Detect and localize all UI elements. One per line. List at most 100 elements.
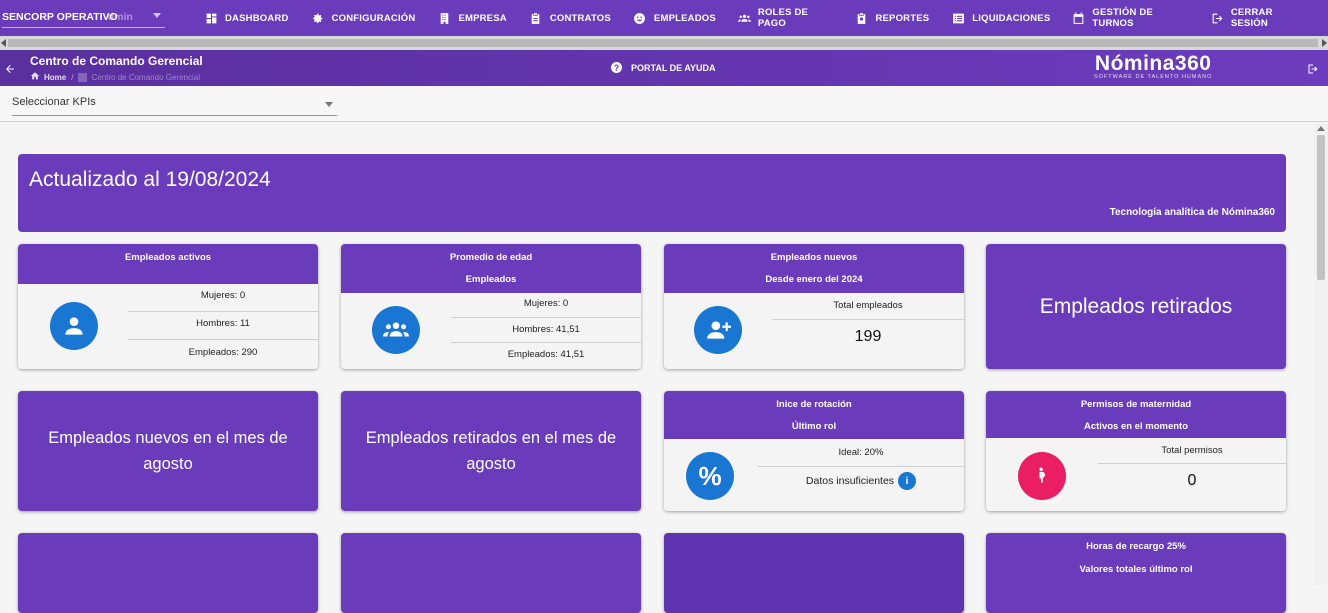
card-body: Total empleados 199 [664,293,964,369]
card-header: Inice de rotación Último rol [664,391,964,439]
nav-configuracion-label: CONFIGURACIÓN [331,12,416,24]
brand-tagline: SOFTWARE DE TALENTO HUMANO [1094,74,1213,80]
breadcrumb-current: Centro de Comando Gerencial [91,72,200,82]
exit-icon[interactable] [1307,62,1319,80]
card-subtitle: Empleados [465,274,517,285]
nav-configuracion[interactable]: CONFIGURACIÓN [311,11,416,25]
page-title: Centro de Comando Gerencial [30,54,203,68]
brand-name: Nómina360 [1094,52,1212,75]
horizontal-scrollbar[interactable] [0,36,1328,50]
nav-roles-de-pago[interactable]: ROLES DE PAGO [737,7,833,29]
card-header: Empleados activos [18,244,318,284]
nav-empresa[interactable]: EMPRESA [437,11,507,25]
person-icon [50,302,98,350]
company-select[interactable]: SENCORP OPERATIVO dmin [2,6,165,28]
vertical-scroll-thumb[interactable] [1317,135,1325,280]
nav-liquidaciones[interactable]: LIQUIDACIONES [951,11,1050,25]
vertical-scrollbar[interactable] [1314,123,1328,585]
nav-reportes-label: REPORTES [875,12,930,24]
back-arrow-icon[interactable] [4,62,16,74]
nav-empleados[interactable]: EMPLEADOS [633,11,716,25]
scroll-left-icon[interactable] [1,39,6,47]
divider [772,319,964,320]
users-icon [372,306,420,354]
card-retirados-mes[interactable]: Empleados retirados en el mes de agosto [341,391,641,511]
datos-label: Datos insuficientes [805,474,895,487]
add-person-icon [694,306,742,354]
card-empleados-retirados[interactable]: Empleados retirados [986,244,1286,369]
breadcrumb-home[interactable]: Home [44,73,66,82]
update-banner: Actualizado al 19/08/2024 Tecnología ana… [18,154,1286,232]
nav-contratos[interactable]: CONTRATOS [529,11,611,25]
hombres-count: Hombres: 11 [196,318,250,329]
nav-reportes[interactable]: REPORTES [854,11,929,25]
chevron-down-icon [153,13,161,18]
card-label: Empleados retirados [1039,294,1233,318]
card-title: Inice de rotación [776,399,852,410]
building-icon [437,11,451,25]
help-icon: ? [611,62,622,73]
card-body: Mujeres: 0 Hombres: 11 Empleados: 290 [18,284,318,369]
mujeres-count: Mujeres: 0 [200,290,246,301]
users-icon [737,11,751,25]
card-header: Promedio de edad Empleados [341,244,641,293]
nav-cerrar-sesion[interactable]: CERRAR SESIÓN [1211,7,1306,29]
card-nuevos-mes[interactable]: Empleados nuevos en el mes de agosto [18,391,318,511]
card-row3-1[interactable] [18,533,318,613]
nav-gestion-turnos[interactable]: GESTIÓN DE TURNOS [1072,7,1188,29]
percent-icon: % [686,452,734,500]
card-row3-2[interactable] [341,533,641,613]
scroll-thumb[interactable] [8,39,1318,47]
kpi-toolbar: Seleccionar KPIs [0,86,1328,122]
datos-insuficientes: Datos insuficientes i [758,472,964,490]
nav-empleados-label: EMPLEADOS [653,12,716,24]
card-permisos-maternidad[interactable]: Permisos de maternidad Activos en el mom… [986,391,1286,511]
hombres-edad: Hombres: 41,51 [512,324,580,335]
breadcrumb-separator: / [71,72,74,82]
empleados-count: Empleados: 290 [188,347,258,358]
nav-dashboard[interactable]: DASHBOARD [204,11,289,25]
chevron-down-icon [325,102,333,107]
nav-turnos-label: GESTIÓN DE TURNOS [1092,7,1153,29]
card-header: Empleados nuevos Desde enero del 2024 [664,244,964,293]
clipboard-icon [529,11,543,25]
scroll-up-icon[interactable] [1317,126,1325,131]
card-horas-recargo[interactable]: Horas de recargo 25% Valores totales últ… [986,533,1286,613]
card-header: Permisos de maternidad Activos en el mom… [986,391,1286,438]
nav-liquidaciones-label: LIQUIDACIONES [972,12,1051,24]
info-icon[interactable]: i [898,472,917,490]
divider [1098,463,1286,464]
nav-cerrar-label: CERRAR SESIÓN [1230,7,1273,29]
help-label: PORTAL DE AYUDA [631,62,716,73]
divider [128,311,318,312]
divider [128,339,318,340]
logout-icon [1211,11,1224,25]
total-permisos-value: 0 [1187,472,1197,489]
scroll-right-icon[interactable] [1322,39,1327,47]
card-row3-3[interactable] [664,533,964,613]
card-empleados-activos[interactable]: Empleados activos Mujeres: 0 Hombres: 11… [18,244,318,369]
ideal-rotacion: Ideal: 20% [838,447,884,458]
nav-contratos-label: CONTRATOS [549,12,611,24]
divider [451,317,641,318]
divider [451,342,641,343]
card-promedio-edad[interactable]: Promedio de edad Empleados Mujeres: 0 Ho… [341,244,641,369]
card-body: % Ideal: 20% Datos insuficientes i [664,439,964,511]
nav-roles-label: ROLES DE PAGO [757,7,809,29]
banner-title: Actualizado al 19/08/2024 [29,168,271,191]
card-title: Empleados activos [124,252,212,263]
divider [758,466,964,467]
card-title: Permisos de maternidad [1080,399,1192,410]
empleados-edad: Empleados: 41,51 [507,349,585,360]
help-portal-link[interactable]: ? PORTAL DE AYUDA [611,62,716,73]
grid-icon [78,72,88,82]
card-empleados-nuevos[interactable]: Empleados nuevos Desde enero del 2024 To… [664,244,964,369]
kpi-select[interactable]: Seleccionar KPIs [12,94,337,116]
card-body: Total permisos 0 [986,438,1286,511]
total-empleados-value: 199 [854,328,882,345]
card-indice-rotacion[interactable]: Inice de rotación Último rol % Ideal: 20… [664,391,964,511]
nav-dashboard-label: DASHBOARD [225,12,289,24]
company-name: SENCORP OPERATIVO [2,10,118,23]
page-header: Centro de Comando Gerencial Home / Centr… [0,50,1328,86]
card-label: Empleados retirados en el mes de agosto [365,429,617,473]
